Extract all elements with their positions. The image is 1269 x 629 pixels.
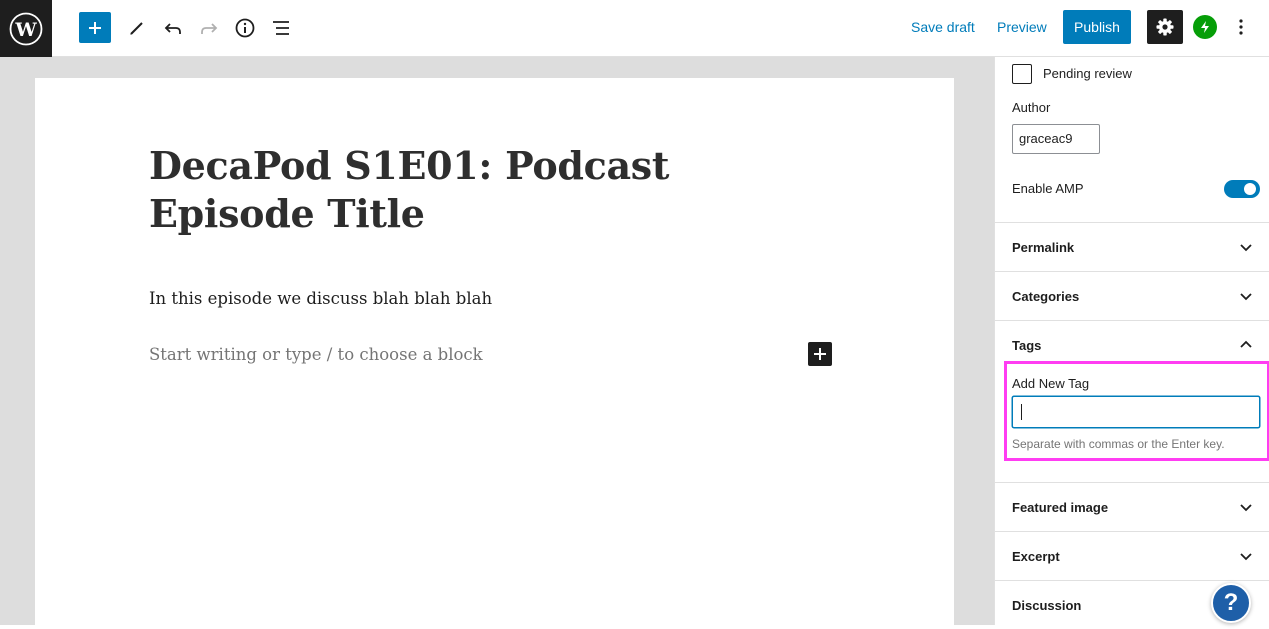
wordpress-logo-icon[interactable]: W	[0, 0, 52, 57]
permalink-panel-title: Permalink	[1012, 240, 1075, 255]
chevron-down-icon	[1240, 293, 1252, 301]
pending-review-checkbox[interactable]	[1012, 64, 1032, 84]
chevron-down-icon	[1240, 504, 1252, 512]
undo-icon	[164, 23, 181, 34]
save-draft-button[interactable]: Save draft	[911, 19, 975, 35]
author-select[interactable]: graceac9	[1012, 124, 1100, 154]
featured-image-panel-toggle[interactable]: Featured image	[995, 483, 1269, 531]
categories-panel-title: Categories	[1012, 289, 1080, 304]
chevron-down-icon	[1240, 244, 1252, 252]
vertical-ellipsis-icon	[1239, 19, 1243, 35]
excerpt-panel-toggle[interactable]: Excerpt	[995, 532, 1269, 580]
pending-review-label: Pending review	[1043, 66, 1132, 81]
tags-panel-title: Tags	[1012, 338, 1042, 353]
inline-add-block-button[interactable]	[808, 342, 832, 366]
excerpt-panel-title: Excerpt	[1012, 549, 1060, 564]
list-view-button[interactable]	[265, 12, 297, 44]
add-block-button[interactable]	[79, 12, 111, 43]
chevron-down-icon	[1240, 553, 1252, 561]
redo-icon	[201, 23, 218, 34]
svg-text:W: W	[14, 19, 37, 41]
post-title[interactable]: DecaPod S1E01: Podcast Episode Title	[149, 142, 829, 238]
discussion-panel-title: Discussion	[1012, 598, 1082, 613]
chevron-up-icon	[1240, 340, 1252, 348]
help-button[interactable]: ?	[1211, 583, 1251, 623]
categories-panel-toggle[interactable]: Categories	[995, 272, 1269, 320]
empty-block-placeholder[interactable]: Start writing or type / to choose a bloc…	[149, 345, 483, 364]
redo-button[interactable]	[193, 12, 225, 44]
gear-icon	[1156, 18, 1174, 36]
author-label: Author	[1012, 100, 1051, 115]
add-new-tag-label: Add New Tag	[1012, 376, 1090, 391]
pencil-icon	[130, 22, 143, 35]
info-icon	[235, 18, 255, 38]
paragraph-block[interactable]: In this episode we discuss blah blah bla…	[149, 289, 492, 308]
publish-button[interactable]: Publish	[1063, 10, 1131, 44]
settings-button[interactable]	[1147, 10, 1183, 44]
more-options-button[interactable]	[1230, 14, 1252, 40]
settings-sidebar: Pending review Author graceac9 Enable AM…	[994, 57, 1269, 625]
featured-image-panel-title: Featured image	[1012, 500, 1109, 515]
editor-header: W Save draft Preview Publish	[0, 0, 1269, 57]
jetpack-button[interactable]	[1193, 15, 1217, 39]
enable-amp-toggle[interactable]	[1224, 180, 1260, 198]
details-button[interactable]	[229, 12, 261, 44]
enable-amp-label: Enable AMP	[1012, 181, 1084, 196]
tools-button[interactable]	[121, 12, 153, 44]
permalink-panel-toggle[interactable]: Permalink	[995, 223, 1269, 271]
add-new-tag-input[interactable]	[1012, 396, 1260, 428]
list-view-icon	[273, 21, 289, 35]
tag-help-text: Separate with commas or the Enter key.	[1012, 437, 1225, 451]
preview-button[interactable]: Preview	[997, 19, 1047, 35]
plus-icon	[814, 348, 826, 360]
jetpack-bolt-icon	[1201, 21, 1209, 33]
plus-icon	[89, 21, 101, 34]
undo-button[interactable]	[157, 12, 189, 44]
